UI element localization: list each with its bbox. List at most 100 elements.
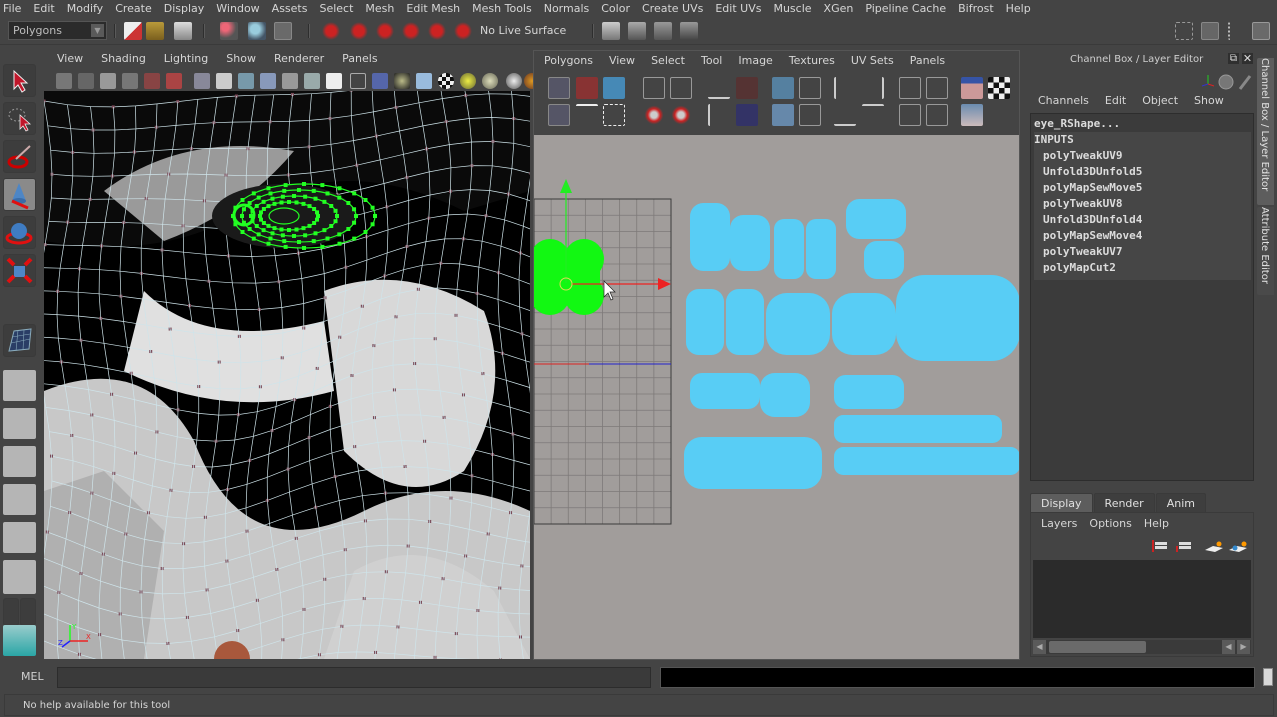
- render-settings-icon[interactable]: [680, 22, 698, 40]
- uv-menu-panels[interactable]: Panels: [902, 54, 953, 67]
- panel-menu-panels[interactable]: Panels: [333, 52, 386, 65]
- new-layer-selected-icon[interactable]: [1229, 541, 1247, 553]
- hyperbolic-icon[interactable]: [1238, 75, 1252, 90]
- move-and-sew-icon[interactable]: [736, 104, 758, 126]
- gate-mask-icon[interactable]: [260, 73, 276, 89]
- select-shell-tool-icon[interactable]: [603, 104, 625, 126]
- uv-shell[interactable]: [834, 415, 1002, 443]
- rotate-ccw-icon[interactable]: [643, 104, 665, 126]
- screen-space-ao-icon[interactable]: [506, 73, 522, 89]
- menu-assets[interactable]: Assets: [266, 0, 314, 17]
- resolution-gate-icon[interactable]: [238, 73, 254, 89]
- input-node[interactable]: polyMapSewMove5: [1034, 180, 1251, 196]
- tool-settings-toggle-icon[interactable]: [1228, 22, 1246, 40]
- uv-shell[interactable]: [806, 219, 836, 279]
- grid-toggle-icon[interactable]: [194, 73, 210, 89]
- input-node[interactable]: polyMapSewMove4: [1034, 228, 1251, 244]
- uv-shell[interactable]: [726, 289, 764, 355]
- mel-input-field[interactable]: [57, 667, 651, 688]
- unfold-icon[interactable]: [772, 77, 794, 99]
- tab-render[interactable]: Render: [1093, 493, 1155, 512]
- panel-menu-lighting[interactable]: Lighting: [155, 52, 217, 65]
- layer-menu-options[interactable]: Options: [1083, 517, 1137, 530]
- sew-uv-edges-icon[interactable]: [708, 104, 730, 126]
- scroll-thumb[interactable]: [1049, 641, 1146, 653]
- channel-menu-show[interactable]: Show: [1186, 94, 1232, 107]
- open-scene-icon[interactable]: [146, 22, 164, 40]
- grid-uvs-icon[interactable]: [899, 77, 921, 99]
- snap-point-icon[interactable]: [376, 22, 394, 40]
- align-max-v-icon[interactable]: [862, 104, 884, 126]
- uv-shell[interactable]: [760, 373, 810, 417]
- move-layer-up-icon[interactable]: [1152, 540, 1167, 552]
- uv-menu-view[interactable]: View: [601, 54, 643, 67]
- new-empty-layer-icon[interactable]: [1205, 541, 1223, 553]
- panel-menu-renderer[interactable]: Renderer: [265, 52, 333, 65]
- split-uvs-icon[interactable]: [736, 77, 758, 99]
- select-by-hierarchy-icon[interactable]: [220, 22, 238, 40]
- uv-tweak-tool-icon[interactable]: [603, 77, 625, 99]
- menu-select[interactable]: Select: [313, 0, 359, 17]
- uv-shell[interactable]: [896, 275, 1019, 361]
- uv-shell[interactable]: [774, 219, 804, 279]
- perspective-outliner-layout-icon[interactable]: [3, 446, 36, 477]
- uv-shell[interactable]: [834, 375, 904, 409]
- uv-move-tool-icon[interactable]: [576, 77, 598, 99]
- uv-shell[interactable]: [832, 293, 896, 355]
- layer-menu-help[interactable]: Help: [1138, 517, 1175, 530]
- grow-selection-icon[interactable]: [926, 77, 948, 99]
- uv-shell[interactable]: [690, 203, 730, 271]
- uv-lattice-tool-icon[interactable]: [548, 77, 570, 99]
- uv-menu-polygons[interactable]: Polygons: [536, 54, 601, 67]
- cut-uv-edges-icon[interactable]: [708, 77, 730, 99]
- chevron-down-icon[interactable]: ▼: [91, 24, 104, 37]
- wireframe-on-shaded-icon[interactable]: [416, 73, 432, 89]
- menu-edit-uvs[interactable]: Edit UVs: [709, 0, 767, 17]
- input-node[interactable]: polyMapCut2: [1034, 260, 1251, 276]
- input-node[interactable]: polyTweakUV7: [1034, 244, 1251, 260]
- shadows-icon[interactable]: [482, 73, 498, 89]
- menu-normals[interactable]: Normals: [538, 0, 596, 17]
- layout-icon[interactable]: [799, 77, 821, 99]
- rotate-cw-icon[interactable]: [670, 104, 692, 126]
- manipulator-icon[interactable]: [1201, 75, 1215, 87]
- image-plane-icon[interactable]: [122, 73, 138, 89]
- channel-box-toggle-icon[interactable]: [1252, 22, 1270, 40]
- speed-icon[interactable]: [1218, 74, 1234, 90]
- panel-menu-show[interactable]: Show: [217, 52, 265, 65]
- align-min-u-icon[interactable]: [834, 77, 856, 99]
- perspective-uv-layout-icon[interactable]: [3, 484, 36, 515]
- menu-color[interactable]: Color: [595, 0, 636, 17]
- flip-v-icon[interactable]: [670, 77, 692, 99]
- scroll-right-icon[interactable]: ▶: [1237, 640, 1250, 654]
- input-node[interactable]: polyTweakUV9: [1034, 148, 1251, 164]
- paint-select-tool-icon[interactable]: [3, 140, 36, 173]
- move-layer-down-icon[interactable]: [1176, 542, 1191, 552]
- perspective-viewport[interactable]: persp Y X Z: [44, 91, 530, 659]
- menu-mesh[interactable]: Mesh: [359, 0, 400, 17]
- menu-edit[interactable]: Edit: [27, 0, 60, 17]
- perspective-graph-layout-icon[interactable]: [3, 560, 36, 594]
- two-d-pan-zoom-icon[interactable]: [144, 73, 160, 89]
- close-icon[interactable]: ✕: [1242, 53, 1253, 64]
- smooth-shade-icon[interactable]: [372, 73, 388, 89]
- shrink-selection-icon[interactable]: [926, 104, 948, 126]
- menu-mesh-tools[interactable]: Mesh Tools: [466, 0, 538, 17]
- rotate-tool-icon[interactable]: [3, 216, 36, 249]
- default-lighting-icon[interactable]: [394, 73, 410, 89]
- custom-layout-1-icon[interactable]: [3, 598, 19, 626]
- safe-action-icon[interactable]: [304, 73, 320, 89]
- script-editor-icon[interactable]: [1263, 668, 1273, 686]
- menu-pipeline-cache[interactable]: Pipeline Cache: [859, 0, 952, 17]
- uv-menu-tool[interactable]: Tool: [693, 54, 730, 67]
- render-view-icon[interactable]: [602, 22, 620, 40]
- checker-tiles-icon[interactable]: [988, 77, 1010, 99]
- input-node[interactable]: Unfold3DUnfold4: [1034, 212, 1251, 228]
- new-scene-icon[interactable]: [124, 22, 142, 40]
- single-perspective-layout-icon[interactable]: [3, 370, 36, 401]
- uv-viewport[interactable]: [534, 135, 1019, 659]
- make-live-icon[interactable]: [454, 22, 472, 40]
- normalize-icon[interactable]: [772, 104, 794, 126]
- node-name[interactable]: eye_RShape...: [1034, 116, 1253, 132]
- uv-shell[interactable]: [684, 437, 822, 489]
